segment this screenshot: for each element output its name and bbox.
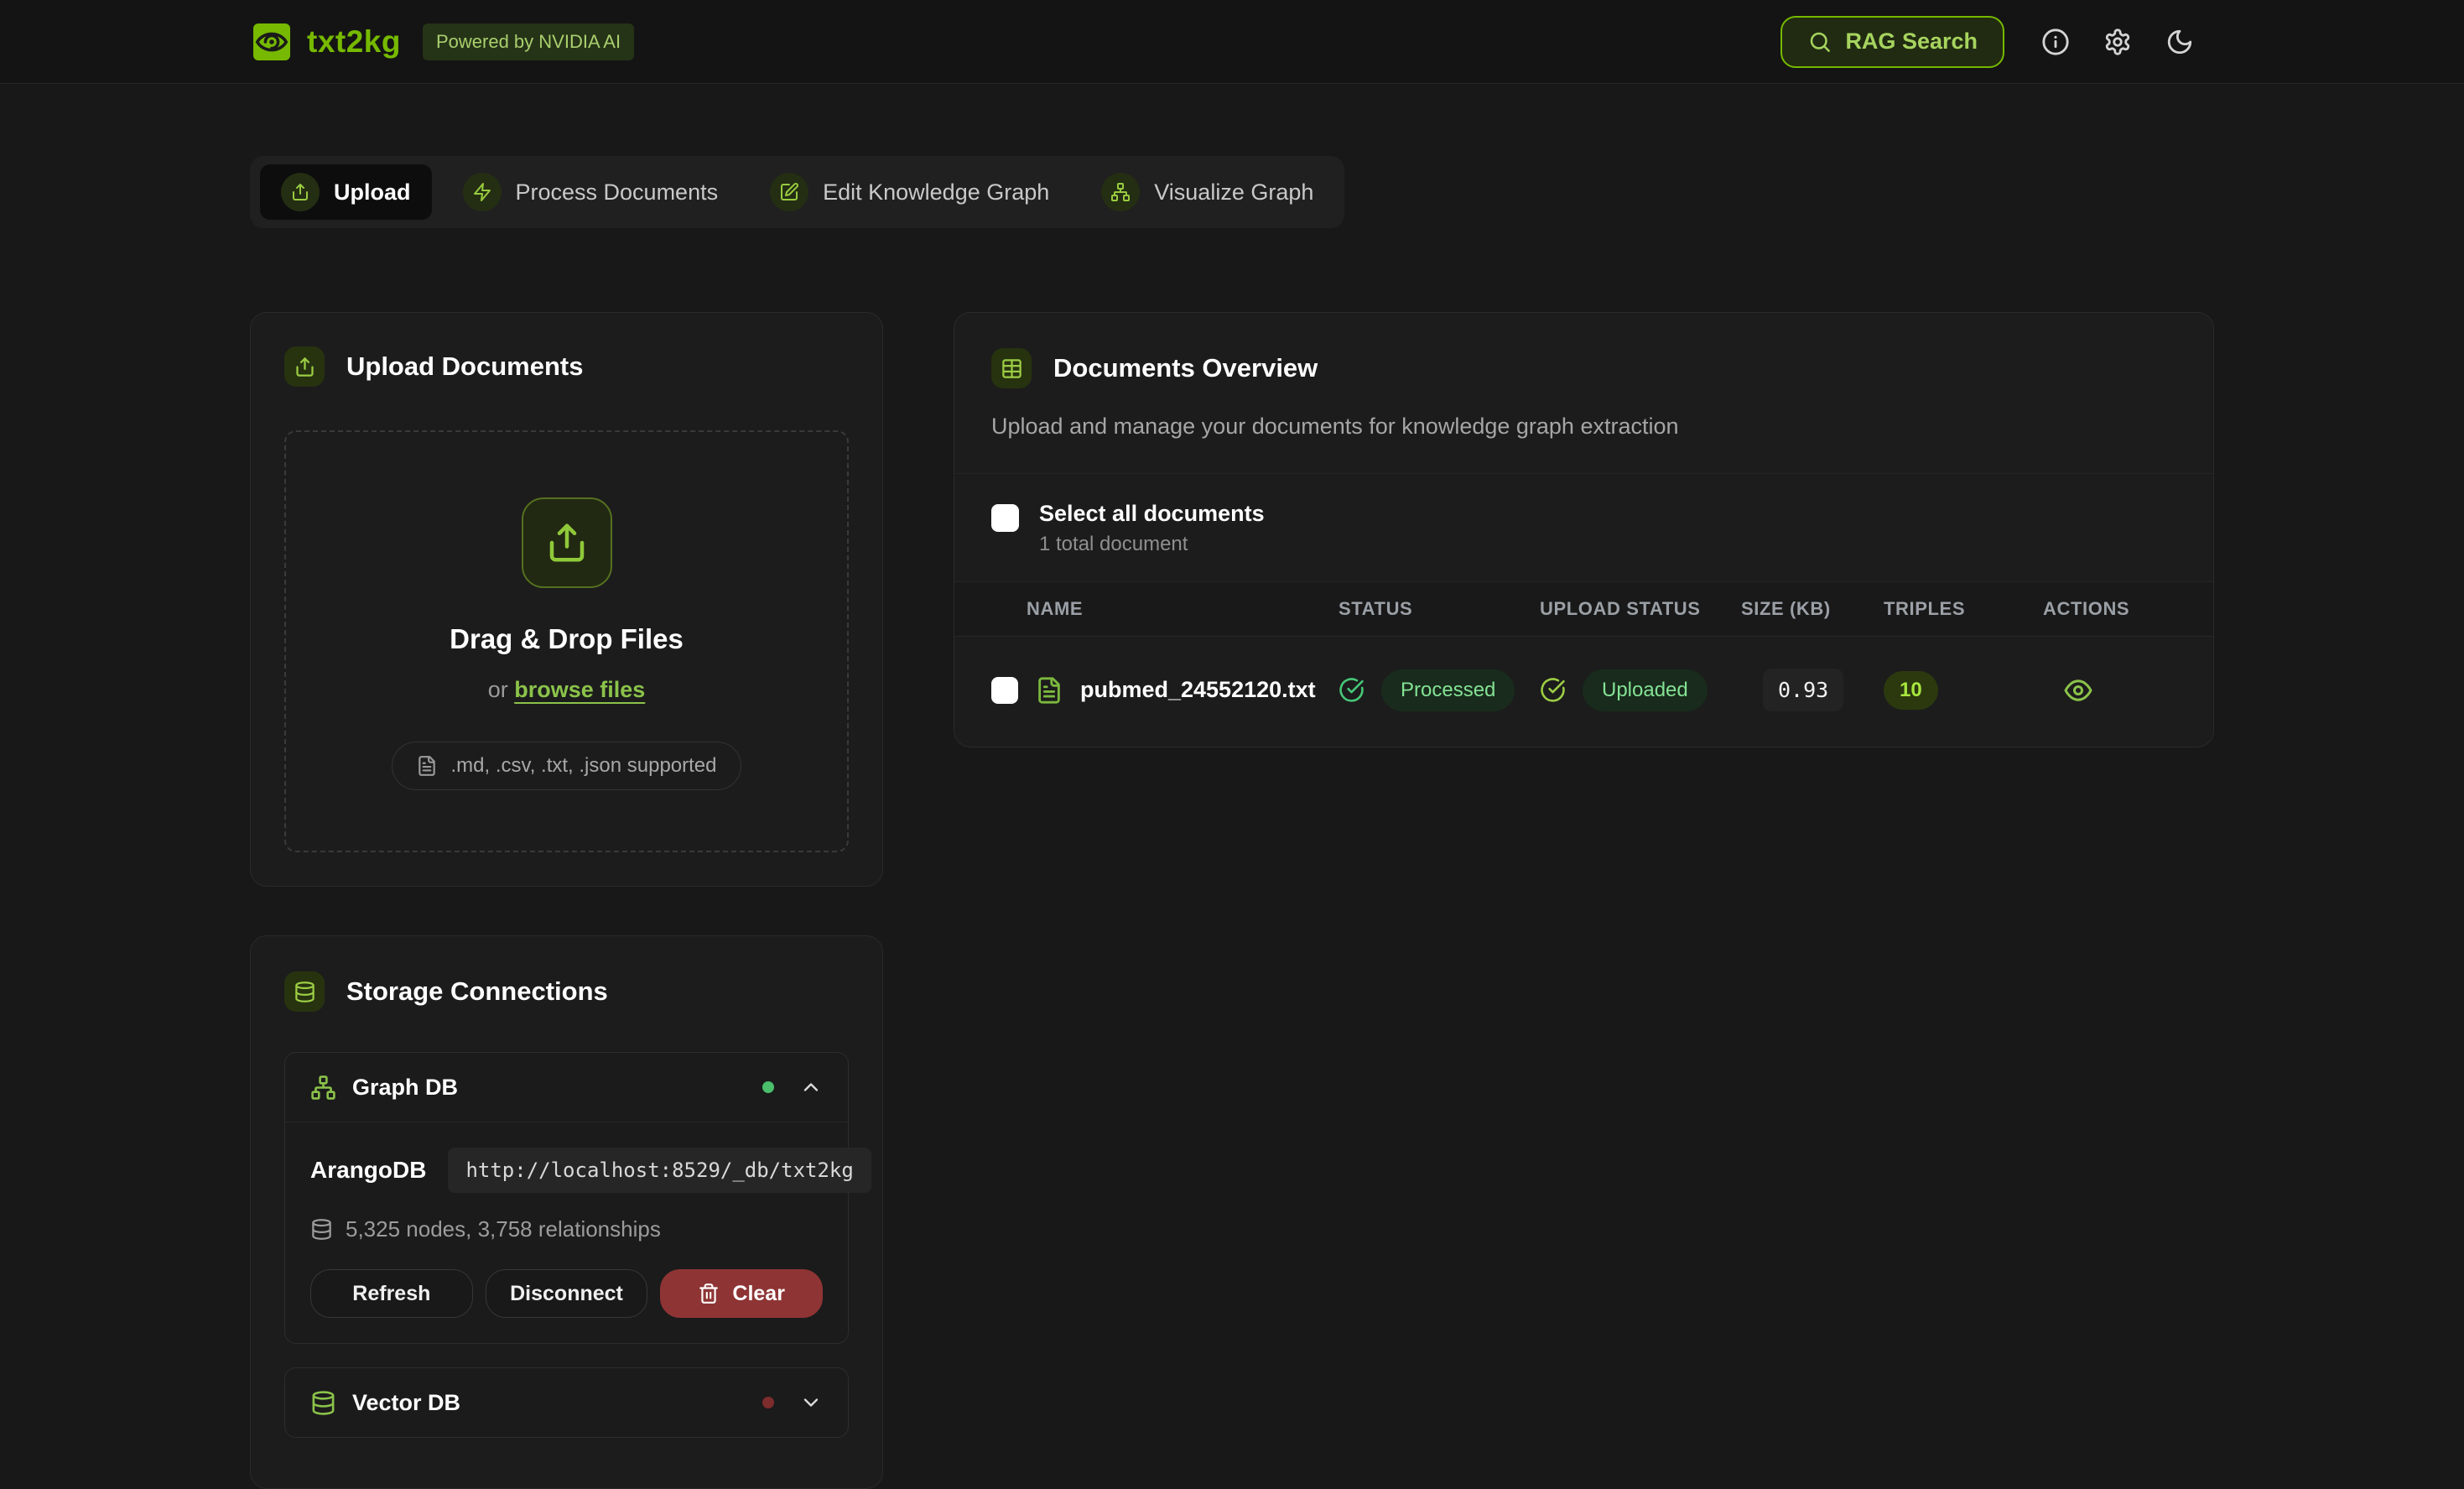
documents-card-subtitle: Upload and manage your documents for kno… xyxy=(991,414,2176,440)
graph-db-url: http://localhost:8529/_db/txt2kg xyxy=(448,1148,871,1193)
clear-button-label: Clear xyxy=(732,1282,785,1306)
check-circle-icon xyxy=(1540,677,1566,703)
or-text: or xyxy=(488,677,508,702)
select-all-checkbox[interactable] xyxy=(991,504,1019,532)
tab-label: Upload xyxy=(334,180,411,206)
nvidia-logo xyxy=(252,22,292,62)
vector-db-header[interactable]: Vector DB xyxy=(285,1368,848,1437)
row-checkbox[interactable] xyxy=(991,677,1018,704)
disconnect-button[interactable]: Disconnect xyxy=(486,1269,648,1318)
column-header-name: NAME xyxy=(991,598,1339,620)
column-header-triples: TRIPLES xyxy=(1884,598,2043,620)
table-row: pubmed_24552120.txt Processed Uploaded 0… xyxy=(954,637,2213,747)
column-header-size: SIZE (KB) xyxy=(1741,598,1884,620)
refresh-button[interactable]: Refresh xyxy=(310,1269,473,1318)
moon-icon xyxy=(2165,28,2194,56)
upload-status-badge: Uploaded xyxy=(1583,669,1708,711)
supported-formats-badge: .md, .csv, .txt, .json supported xyxy=(392,742,741,790)
table-icon xyxy=(991,348,1032,388)
info-button[interactable] xyxy=(2041,28,2070,56)
settings-button[interactable] xyxy=(2103,28,2132,56)
column-header-actions: ACTIONS xyxy=(2043,598,2176,620)
database-icon xyxy=(310,1390,336,1416)
rag-search-label: RAG Search xyxy=(1845,29,1978,55)
supported-formats-text: .md, .csv, .txt, .json supported xyxy=(450,754,716,778)
documents-table: NAME STATUS UPLOAD STATUS SIZE (KB) TRIP… xyxy=(954,581,2213,747)
upload-icon xyxy=(284,346,325,387)
documents-overview-card: Documents Overview Upload and manage you… xyxy=(954,312,2214,747)
dropzone-subtext: or browse files xyxy=(488,677,646,703)
network-icon xyxy=(1101,173,1140,211)
tab-label: Visualize Graph xyxy=(1154,180,1313,206)
zap-icon xyxy=(463,173,502,211)
theme-toggle-button[interactable] xyxy=(2165,28,2194,56)
column-header-status: STATUS xyxy=(1339,598,1540,620)
storage-card-title: Storage Connections xyxy=(346,976,608,1007)
select-all-row: Select all documents 1 total document xyxy=(954,474,2213,581)
file-icon xyxy=(416,755,438,777)
graph-db-label: Graph DB xyxy=(352,1075,458,1101)
chevron-down-icon[interactable] xyxy=(799,1391,823,1414)
main-content: Upload Process Documents Edit Knowledge … xyxy=(0,84,2464,1489)
upload-icon xyxy=(522,497,612,588)
tab-label: Edit Knowledge Graph xyxy=(823,180,1049,206)
tab-edit-knowledge-graph[interactable]: Edit Knowledge Graph xyxy=(749,164,1070,220)
info-icon xyxy=(2041,28,2070,56)
upload-icon xyxy=(281,173,320,211)
database-icon xyxy=(310,1218,333,1241)
graph-db-stats-text: 5,325 nodes, 3,758 relationships xyxy=(346,1216,661,1242)
gear-icon xyxy=(2103,28,2132,56)
app-header: txt2kg Powered by NVIDIA AI RAG Search xyxy=(0,0,2464,84)
size-value: 0.93 xyxy=(1763,669,1843,711)
tab-label: Process Documents xyxy=(516,180,719,206)
disconnected-status-dot xyxy=(762,1397,774,1408)
tab-process-documents[interactable]: Process Documents xyxy=(442,164,740,220)
rag-search-button[interactable]: RAG Search xyxy=(1780,16,2004,68)
check-circle-icon xyxy=(1339,677,1365,703)
dropzone-heading: Drag & Drop Files xyxy=(450,623,684,655)
file-text-icon xyxy=(1035,676,1063,705)
document-name: pubmed_24552120.txt xyxy=(1080,677,1316,703)
vector-db-label: Vector DB xyxy=(352,1390,460,1416)
tab-bar: Upload Process Documents Edit Knowledge … xyxy=(250,156,1344,228)
view-document-eye-icon[interactable] xyxy=(2063,675,2093,705)
tab-upload[interactable]: Upload xyxy=(260,164,432,220)
select-all-label: Select all documents xyxy=(1039,501,1265,527)
total-documents-label: 1 total document xyxy=(1039,533,1265,556)
graph-db-stats: 5,325 nodes, 3,758 relationships xyxy=(310,1216,823,1242)
documents-card-title: Documents Overview xyxy=(1053,353,1318,383)
edit-icon xyxy=(770,173,808,211)
browse-files-link[interactable]: browse files xyxy=(514,677,645,702)
upload-documents-card: Upload Documents Drag & Drop Files or br… xyxy=(250,312,883,887)
status-badge: Processed xyxy=(1381,669,1515,711)
vector-db-section: Vector DB xyxy=(284,1367,849,1438)
column-header-upload-status: UPLOAD STATUS xyxy=(1540,598,1741,620)
database-icon xyxy=(284,971,325,1012)
chevron-up-icon[interactable] xyxy=(799,1075,823,1099)
tab-visualize-graph[interactable]: Visualize Graph xyxy=(1080,164,1334,220)
powered-by-badge: Powered by NVIDIA AI xyxy=(423,23,634,60)
network-icon xyxy=(310,1075,336,1101)
storage-connections-card: Storage Connections Graph DB Ar xyxy=(250,935,883,1489)
dropzone[interactable]: Drag & Drop Files or browse files .md, .… xyxy=(284,430,849,852)
trash-icon xyxy=(698,1283,720,1304)
graph-db-provider: ArangoDB xyxy=(310,1157,426,1184)
triples-count-badge: 10 xyxy=(1884,671,1938,710)
graph-db-section: Graph DB ArangoDB http://localhost:8529/… xyxy=(284,1052,849,1344)
connected-status-dot xyxy=(762,1081,774,1093)
upload-card-title: Upload Documents xyxy=(346,351,583,382)
search-icon xyxy=(1807,29,1832,55)
table-header-row: NAME STATUS UPLOAD STATUS SIZE (KB) TRIP… xyxy=(954,581,2213,637)
app-title: txt2kg xyxy=(307,24,401,60)
clear-button[interactable]: Clear xyxy=(660,1269,823,1318)
header-actions: RAG Search xyxy=(1780,16,2194,68)
graph-db-details: ArangoDB http://localhost:8529/_db/txt2k… xyxy=(285,1122,848,1343)
graph-db-header[interactable]: Graph DB xyxy=(285,1053,848,1122)
